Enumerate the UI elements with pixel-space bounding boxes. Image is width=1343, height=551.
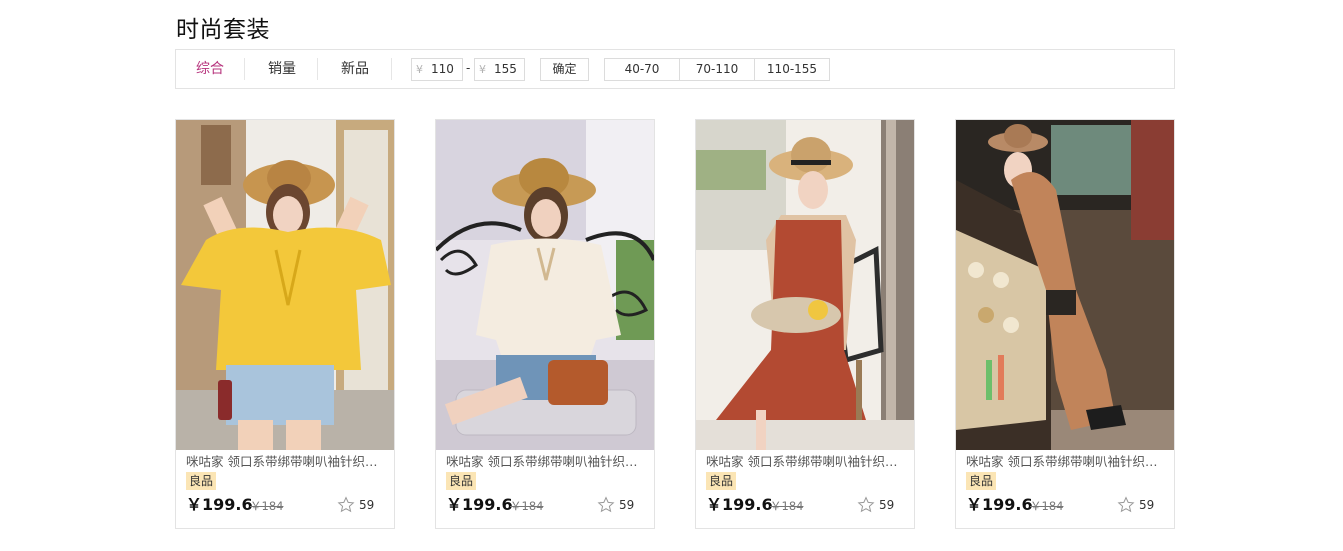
product-image[interactable]: [696, 120, 914, 450]
favorite: 59: [337, 496, 383, 514]
current-price: ￥199.6: [446, 495, 513, 514]
star-icon[interactable]: [337, 496, 355, 514]
product-photo: [696, 120, 914, 450]
product-photo: [176, 120, 394, 450]
product-card[interactable]: 咪咕家 领口系带绑带喇叭袖针织罩衫 良品 ￥199.6 ￥184 59: [695, 119, 915, 529]
product-name[interactable]: 咪咕家 领口系带绑带喇叭袖针织罩衫: [186, 453, 386, 471]
favorite: 59: [857, 496, 903, 514]
product-image[interactable]: [956, 120, 1174, 450]
original-price: ￥184: [1030, 499, 1064, 513]
favorite-count: 59: [619, 498, 635, 512]
filter-bar: 综合 销量 新品 ¥ 110 - ¥ 155 确定 40-70 70-110 1…: [175, 49, 1175, 89]
currency-symbol: ¥: [416, 63, 423, 76]
product-card[interactable]: 咪咕家 领口系带绑带喇叭袖针织罩衫 良品 ￥199.6 ￥184 59: [175, 119, 395, 529]
product-card[interactable]: 咪咕家 领口系带绑带喇叭袖针织罩衫 良品 ￥199.6 ￥184 59: [435, 119, 655, 529]
quality-badge: 良品: [966, 472, 997, 490]
current-price: ￥199.6: [186, 495, 253, 514]
price-range-separator: -: [466, 61, 471, 75]
star-icon[interactable]: [1117, 496, 1135, 514]
divider: [317, 58, 318, 80]
price-max-value: 155: [494, 62, 517, 76]
quality-badge: 良品: [446, 472, 477, 490]
star-icon[interactable]: [857, 496, 875, 514]
product-photo: [956, 120, 1174, 450]
favorite-count: 59: [1139, 498, 1155, 512]
product-name[interactable]: 咪咕家 领口系带绑带喇叭袖针织罩衫: [706, 453, 906, 471]
sort-tab-comprehensive[interactable]: 综合: [186, 57, 234, 81]
favorite-count: 59: [879, 498, 895, 512]
current-price: ￥199.6: [966, 495, 1033, 514]
divider: [244, 58, 245, 80]
product-photo: [436, 120, 654, 450]
original-price: ￥184: [510, 499, 544, 513]
price-min-value: 110: [431, 62, 454, 76]
current-price: ￥199.6: [706, 495, 773, 514]
currency-symbol: ¥: [479, 63, 486, 76]
price-confirm-button[interactable]: 确定: [540, 58, 589, 81]
divider: [391, 58, 392, 80]
favorite: 59: [1117, 496, 1163, 514]
favorite-count: 59: [359, 498, 375, 512]
sort-tab-new[interactable]: 新品: [331, 57, 379, 81]
price-max-input[interactable]: ¥ 155: [474, 58, 525, 81]
product-name[interactable]: 咪咕家 领口系带绑带喇叭袖针织罩衫: [446, 453, 646, 471]
star-icon[interactable]: [597, 496, 615, 514]
range-button-110-155[interactable]: 110-155: [755, 59, 829, 80]
range-button-70-110[interactable]: 70-110: [680, 59, 755, 80]
price-range-group: 40-70 70-110 110-155: [604, 58, 830, 81]
quality-badge: 良品: [186, 472, 217, 490]
favorite: 59: [597, 496, 643, 514]
product-image[interactable]: [436, 120, 654, 450]
product-name[interactable]: 咪咕家 领口系带绑带喇叭袖针织罩衫: [966, 453, 1166, 471]
page-title: 时尚套装: [176, 17, 270, 43]
quality-badge: 良品: [706, 472, 737, 490]
price-min-input[interactable]: ¥ 110: [411, 58, 463, 81]
product-image[interactable]: [176, 120, 394, 450]
sort-tab-sales[interactable]: 销量: [258, 57, 306, 81]
product-card[interactable]: 咪咕家 领口系带绑带喇叭袖针织罩衫 良品 ￥199.6 ￥184 59: [955, 119, 1175, 529]
original-price: ￥184: [770, 499, 804, 513]
original-price: ￥184: [250, 499, 284, 513]
range-button-40-70[interactable]: 40-70: [605, 59, 680, 80]
